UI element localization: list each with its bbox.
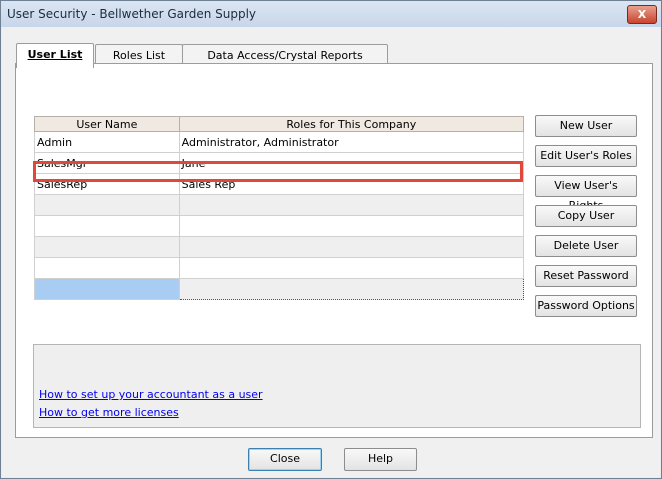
empty-cell[interactable] (34, 236, 180, 258)
more-licenses-link[interactable]: How to get more licenses (39, 406, 179, 419)
window-close-button[interactable]: X (627, 5, 657, 24)
table-row[interactable]: Admin Administrator, Administrator (34, 131, 525, 153)
dialog-body: User List Roles List Data Access/Crystal… (2, 27, 660, 477)
cell-roles[interactable]: Jane (178, 152, 525, 174)
accountant-setup-link[interactable]: How to set up your accountant as a user (39, 388, 263, 401)
new-entry-user-cell[interactable] (34, 278, 180, 300)
delete-user-button[interactable]: Delete User (535, 235, 637, 257)
empty-cell[interactable] (34, 194, 180, 216)
close-button[interactable]: Close (248, 448, 322, 471)
cell-roles[interactable]: Administrator, Administrator (178, 131, 525, 153)
column-header-roles[interactable]: Roles for This Company (178, 116, 525, 132)
users-grid: User Name Roles for This Company Admin A… (34, 116, 525, 300)
empty-cell[interactable] (178, 194, 525, 216)
empty-row[interactable] (34, 257, 525, 279)
user-security-window: User Security - Bellwether Garden Supply… (0, 0, 662, 479)
tab-user-list[interactable]: User List (16, 43, 94, 68)
empty-cell[interactable] (178, 236, 525, 258)
cell-user-name[interactable]: SalesMgr (34, 152, 180, 174)
password-options-button[interactable]: Password Options (535, 295, 637, 317)
cell-roles[interactable]: Sales Rep (178, 173, 525, 195)
empty-cell[interactable] (178, 257, 525, 279)
column-header-user-name[interactable]: User Name (34, 116, 180, 132)
new-entry-roles-cell[interactable] (178, 278, 525, 300)
table-row[interactable]: SalesMgr Jane (34, 152, 525, 174)
edit-users-roles-button[interactable]: Edit User's Roles (535, 145, 637, 167)
empty-cell[interactable] (34, 257, 180, 279)
user-list-panel: User Name Roles for This Company Admin A… (15, 63, 653, 438)
reset-password-button[interactable]: Reset Password (535, 265, 637, 287)
new-entry-row[interactable] (34, 278, 525, 300)
help-button[interactable]: Help (344, 448, 417, 471)
table-row[interactable]: SalesRep Sales Rep (34, 173, 525, 195)
empty-cell[interactable] (34, 215, 180, 237)
title-bar[interactable]: User Security - Bellwether Garden Supply… (1, 1, 661, 27)
view-users-rights-button[interactable]: View User's Rights (535, 175, 637, 212)
empty-row[interactable] (34, 194, 525, 216)
cell-user-name[interactable]: SalesRep (34, 173, 180, 195)
cell-user-name[interactable]: Admin (34, 131, 180, 153)
empty-row[interactable] (34, 215, 525, 237)
empty-row[interactable] (34, 236, 525, 258)
new-user-button[interactable]: New User (535, 115, 637, 137)
empty-cell[interactable] (178, 215, 525, 237)
help-links-box: How to set up your accountant as a user … (33, 344, 641, 428)
window-title: User Security - Bellwether Garden Supply (7, 7, 257, 21)
copy-user-button[interactable]: Copy User (535, 205, 637, 227)
